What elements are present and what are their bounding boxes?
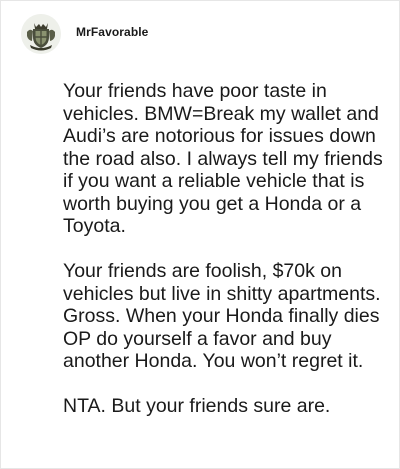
comment-card: MrFavorable Your friends have poor taste… — [0, 0, 400, 469]
comment-body: Your friends have poor taste in vehicles… — [63, 80, 383, 418]
crest-avatar-icon — [21, 14, 61, 54]
username[interactable]: MrFavorable — [76, 25, 148, 39]
comment-paragraph-2: Your friends are foolish, $70k on vehicl… — [63, 260, 381, 372]
comment-paragraph-3: NTA. But your friends sure are. — [63, 395, 331, 417]
avatar[interactable] — [21, 14, 61, 54]
comment-paragraph-1: Your friends have poor taste in vehicles… — [63, 80, 383, 237]
